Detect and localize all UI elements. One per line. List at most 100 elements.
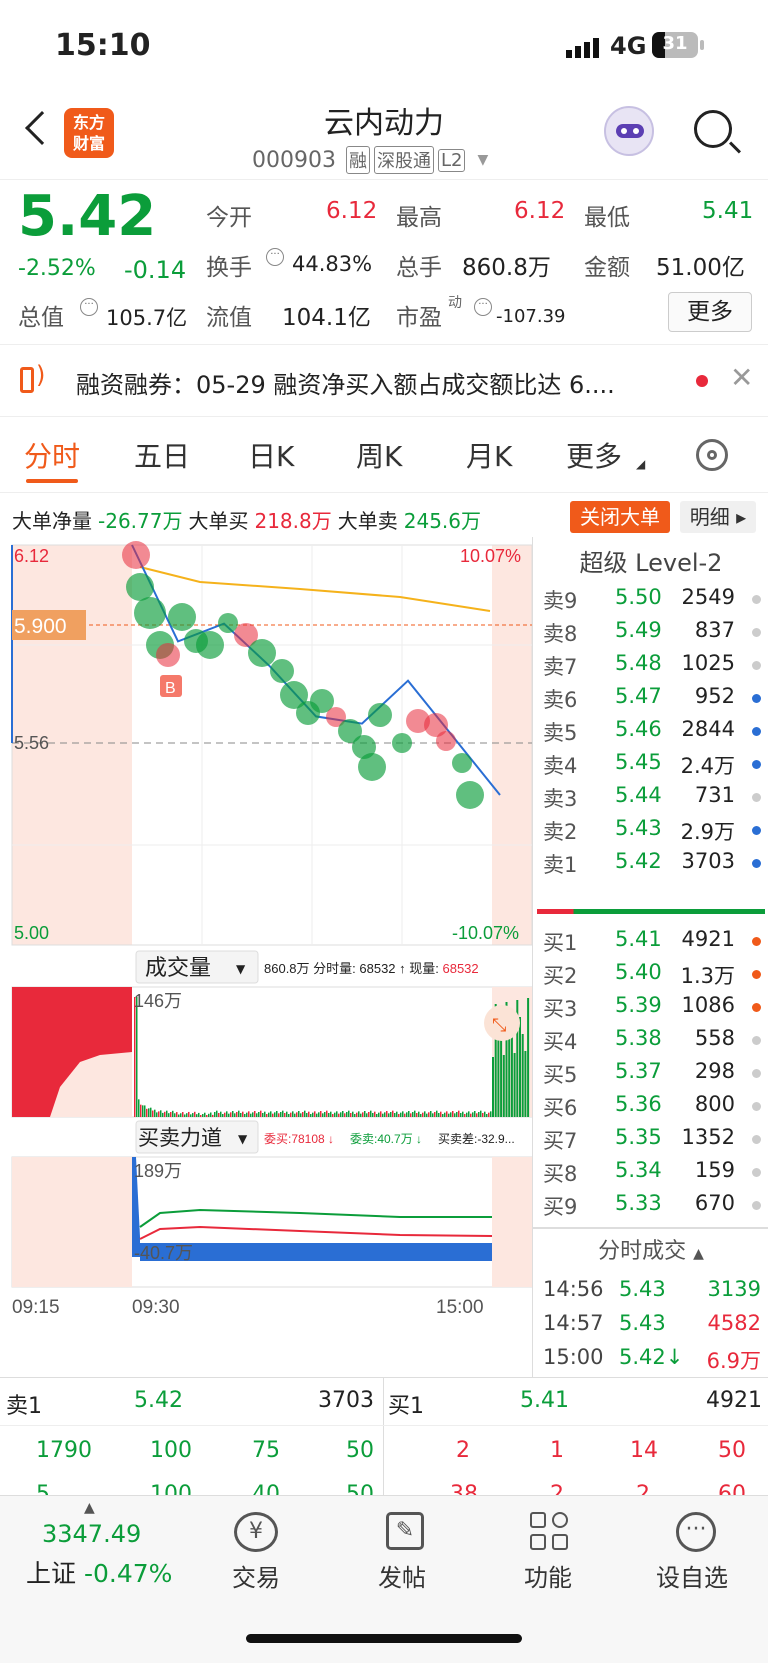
queue-buy-vol: 4921 (706, 1388, 762, 1413)
volume-bar (448, 1113, 450, 1117)
volume-bar (488, 1112, 490, 1117)
tab-more[interactable]: 更多 (566, 435, 622, 475)
force-diff-info: 买卖差:-32.9... (438, 1132, 515, 1146)
ask-row[interactable]: 卖5 5.46 2844 (533, 713, 768, 748)
volume-bar (260, 1110, 262, 1117)
ask-row[interactable]: 卖4 5.45 2.4万 (533, 746, 768, 781)
volume-bar (380, 1111, 382, 1117)
ask-row[interactable]: 卖3 5.44 731 (533, 779, 768, 814)
tab-intraday[interactable]: 分时 (24, 435, 80, 475)
close-big-order-button[interactable]: 关闭大单 (570, 501, 670, 533)
notice-text[interactable]: 融资融券：05-29 融资净买入额占成交额比达 6.... (76, 365, 615, 400)
post-icon[interactable]: ✎ (386, 1512, 424, 1550)
ask-row[interactable]: 卖9 5.50 2549 (533, 581, 768, 616)
more-dots-icon[interactable]: ··· (676, 1512, 716, 1552)
volume-bar (164, 1111, 166, 1117)
info-icon[interactable]: ··· (474, 298, 492, 316)
bid-row[interactable]: 买2 5.40 1.3万 (533, 956, 768, 991)
ask-row[interactable]: 卖1 5.42 3703 (533, 845, 768, 880)
volume-bar (510, 1036, 513, 1117)
big-sell-value: 245.6万 (403, 509, 482, 533)
level-label: 卖8 (543, 622, 578, 646)
index-ticker[interactable]: 上证 -0.47% (26, 1554, 172, 1590)
volume-bar (304, 1110, 306, 1117)
intraday-chart[interactable]: 5.900 6.12 10.07% 5.56 5.00 -10.07% B 成交… (0, 537, 533, 1377)
volume-bar (206, 1115, 208, 1117)
chart-svg[interactable]: 5.900 6.12 10.07% 5.56 5.00 -10.07% B 成交… (0, 537, 533, 1377)
trades-title[interactable]: 分时成交 ▲ (533, 1233, 768, 1265)
queue-buy-price: 5.41 (520, 1388, 569, 1413)
volume-bar (414, 1110, 416, 1117)
bid-row[interactable]: 买9 5.33 670 (533, 1187, 768, 1222)
volume-bar (432, 1113, 434, 1117)
add-watchlist-button[interactable]: 设自选 (656, 1558, 728, 1593)
volume-bar (136, 997, 138, 1117)
level-volume: 298 (694, 1059, 735, 1083)
sell-queue-cell: 40 (252, 1482, 280, 1495)
bid-row[interactable]: 买6 5.36 800 (533, 1088, 768, 1123)
volume-bar (312, 1112, 314, 1117)
bid-row[interactable]: 买5 5.37 298 (533, 1055, 768, 1090)
bid-row[interactable]: 买7 5.35 1352 (533, 1121, 768, 1156)
sell-queue-cell: 100 (150, 1438, 192, 1463)
volume-bar (322, 1113, 324, 1117)
level-label: 卖7 (543, 655, 578, 679)
tab-week-k[interactable]: 周K (356, 435, 402, 475)
robot-assistant-icon[interactable] (604, 106, 654, 156)
volume-bar (500, 1038, 503, 1117)
detail-button[interactable]: 明细 ▸ (680, 501, 756, 533)
info-icon[interactable]: ··· (80, 298, 98, 316)
volume-bar (364, 1111, 366, 1117)
info-icon[interactable]: ··· (266, 248, 284, 266)
big-order-bubble (452, 753, 472, 773)
tab-5day[interactable]: 五日 (134, 435, 190, 475)
chevron-down-icon[interactable]: ▼ (477, 152, 488, 168)
volume-bar (142, 1105, 144, 1117)
tab-day-k[interactable]: 日K (248, 435, 294, 475)
volume-bar (196, 1114, 198, 1117)
stock-code: 000903 (252, 147, 336, 173)
more-button[interactable]: 更多 (668, 292, 752, 332)
trade-icon[interactable]: ¥ (234, 1512, 278, 1552)
volume-bar (320, 1111, 322, 1117)
ask-row[interactable]: 卖2 5.43 2.9万 (533, 812, 768, 847)
battery-level: 31 (662, 33, 688, 54)
force-select-caret: ▼ (238, 1132, 248, 1146)
ask-row[interactable]: 卖7 5.48 1025 (533, 647, 768, 682)
volume-bar (168, 1113, 170, 1117)
tab-month-k[interactable]: 月K (466, 435, 512, 475)
gear-icon[interactable] (696, 439, 728, 471)
grid-icon[interactable] (530, 1512, 570, 1552)
level-price: 5.49 (615, 618, 662, 642)
volume-select-label: 成交量 (145, 955, 211, 980)
notice-bar[interactable]: ) 融资融券：05-29 融资净买入额占成交额比达 6.... ✕ (0, 345, 768, 417)
volume-bar (450, 1112, 452, 1117)
volume-bar (182, 1112, 184, 1117)
trade-volume: 4582 (707, 1311, 761, 1335)
trade-button[interactable]: 交易 (232, 1558, 280, 1593)
post-button[interactable]: 发帖 (378, 1558, 426, 1593)
volume-bar (218, 1113, 220, 1117)
bid-row[interactable]: 买8 5.34 159 (533, 1154, 768, 1189)
volume-bar (298, 1111, 300, 1117)
ask-row[interactable]: 卖6 5.47 952 (533, 680, 768, 715)
level-label: 买5 (543, 1063, 578, 1087)
index-value[interactable]: 3347.49 (42, 1520, 141, 1548)
index-pct: -0.47% (83, 1559, 173, 1588)
search-icon[interactable] (694, 110, 732, 148)
level-volume: 837 (694, 618, 735, 642)
status-dot (752, 793, 761, 802)
bid-row[interactable]: 买3 5.39 1086 (533, 989, 768, 1024)
close-icon[interactable]: ✕ (730, 361, 753, 394)
volume-bar (490, 1111, 492, 1117)
volume-bar (154, 1109, 156, 1117)
ask-row[interactable]: 卖8 5.49 837 (533, 614, 768, 649)
level-price: 5.36 (615, 1092, 662, 1116)
network-label: 4G (610, 32, 647, 60)
y-low-pct: -10.07% (452, 923, 519, 943)
volume-bar (270, 1111, 272, 1117)
bid-row[interactable]: 买1 5.41 4921 (533, 923, 768, 958)
volume-bar (326, 1110, 328, 1117)
functions-button[interactable]: 功能 (524, 1558, 572, 1593)
bid-row[interactable]: 买4 5.38 558 (533, 1022, 768, 1057)
